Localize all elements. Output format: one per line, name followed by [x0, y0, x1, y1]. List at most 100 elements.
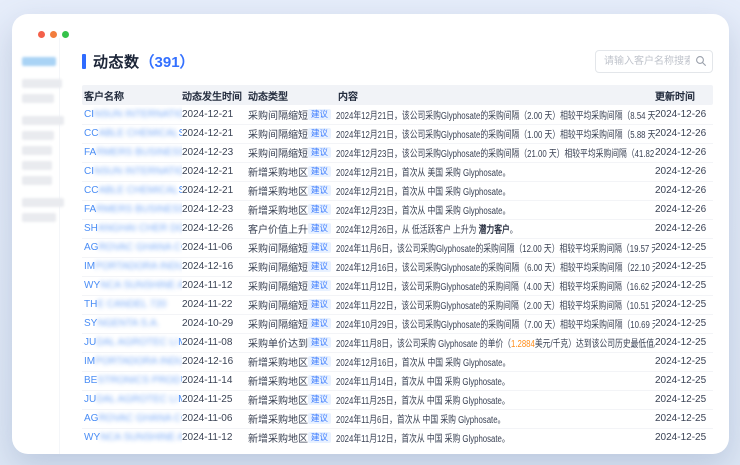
sidebar-item-6[interactable] [22, 161, 52, 170]
window-zoom-button[interactable] [62, 31, 69, 38]
content-text: 2024年11月14日，首次从 中国 采购 Glyphosate。 [336, 373, 510, 388]
updated-time-cell: 2024-12-26 [655, 124, 713, 143]
customer-name-cell: CCABLE CHEMICALS LLC [82, 181, 182, 200]
customer-name-link[interactable]: SHANGHAI CHER DO INTER... [84, 223, 182, 234]
event-time-cell: 2024-11-12 [182, 428, 248, 447]
customer-name-prefix: SY [84, 318, 97, 329]
customer-name-link[interactable]: AGROVAC GHANA COMPA... [84, 413, 182, 424]
customer-name-cell: WYNCA SUNSHINE AGRIC ... [82, 428, 182, 447]
customer-name-prefix: SH [84, 223, 98, 234]
customer-name-cell: AGROVAC GHANA COMPA... [82, 238, 182, 257]
customer-name-redacted: DAL AGROTEC LI [96, 337, 178, 348]
table-row: JUDAL AGROTEC LIMITED2024-11-08采购单价达到最低值… [82, 333, 713, 352]
customer-name-redacted: NGENTA S.A. [97, 318, 159, 329]
content-text: 2024年11月22日，该公司采购Glyphosate的采购间隔（2.00 天）… [336, 297, 655, 312]
table-row: WYNCA SUNSHINE AGRIC ...2024-11-12采购间隔缩短… [82, 276, 713, 295]
customer-name-link[interactable]: AGROVAC GHANA COMPA... [84, 242, 182, 253]
customer-name-link[interactable]: WYNCA SUNSHINE AGRIC ... [84, 280, 182, 291]
content-text: 2024年11月6日，该公司采购Glyphosate的采购间隔（12.00 天）… [336, 240, 655, 255]
content-cell: 建议2024年12月16日，首次从 中国 采购 Glyphosate。 [308, 352, 655, 371]
content-text: 2024年12月16日，该公司采购Glyphosate的采购间隔（6.00 天）… [336, 259, 655, 274]
customer-name-link[interactable]: IMPORTADORA INDUSTRIA... [84, 356, 182, 367]
event-time-cell: 2024-11-12 [182, 276, 248, 295]
app-window: 动态数 （391） 客户名称动态发生时间动态类型内容更新时间 CINSUN IN… [12, 14, 729, 454]
customer-name-prefix: AG [84, 413, 98, 424]
column-header-1: 动态发生时间 [182, 85, 248, 105]
suggestion-badge: 建议 [308, 166, 331, 177]
table-row: AGROVAC GHANA COMPA...2024-11-06采购间隔缩短建议… [82, 238, 713, 257]
customer-name-redacted: NCA SUNSHINE A [100, 432, 182, 443]
content-segment: 2024年12月21日，该公司采购Glyphosate的采购间隔（2.00 天）… [336, 111, 655, 122]
customer-name-link[interactable]: FARMERS BUSINESS NET... [84, 204, 182, 215]
title-accent-bar [82, 54, 86, 69]
content-cell: 建议2024年12月16日，该公司采购Glyphosate的采购间隔（6.00 … [308, 257, 655, 276]
customer-name-prefix: IM [84, 261, 95, 272]
sidebar-item-7[interactable] [22, 176, 52, 185]
sidebar-item-3[interactable] [22, 116, 64, 125]
sidebar-item-2[interactable] [22, 94, 54, 103]
suggestion-badge: 建议 [308, 375, 331, 386]
customer-name-cell: IMPORTADORA INDUSTRIA... [82, 257, 182, 276]
customer-name-link[interactable]: WYNCA SUNSHINE AGRIC ... [84, 432, 182, 443]
customer-name-link[interactable]: BESTRONICS PRODUCTIO... [84, 375, 182, 386]
customer-name-prefix: FA [84, 147, 96, 158]
content-segment: 2024年12月23日，该公司采购Glyphosate的采购间隔（21.00 天… [336, 149, 655, 160]
content-text: 2024年10月29日，该公司采购Glyphosate的采购间隔（7.00 天）… [336, 316, 655, 331]
customer-name-link[interactable]: FARMERS BUSINESS NET... [84, 147, 182, 158]
table-row: CINSUN INTERNATIONAL L...2024-12-21新增采购地… [82, 162, 713, 181]
suggestion-badge: 建议 [308, 432, 331, 443]
customer-name-link[interactable]: CINSUN INTERNATIONAL L... [84, 109, 182, 120]
updated-time-cell: 2024-12-26 [655, 105, 713, 124]
window-minimize-button[interactable] [50, 31, 57, 38]
app-body: 动态数 （391） 客户名称动态发生时间动态类型内容更新时间 CINSUN IN… [12, 38, 729, 454]
event-time-cell: 2024-12-16 [182, 257, 248, 276]
event-time-cell: 2024-12-21 [182, 105, 248, 124]
column-header-4: 更新时间 [655, 85, 713, 105]
customer-name-link[interactable]: IMPORTADORA INDUSTRIA... [84, 261, 182, 272]
content-text: 2024年12月23日，首次从 中国 采购 Glyphosate。 [336, 202, 510, 217]
dynamic-type-cell: 采购单价达到最低值 [248, 333, 308, 352]
window-close-button[interactable] [38, 31, 45, 38]
content-segment: 2024年12月26日，从 低活跃客户 上升为 [336, 225, 479, 236]
event-time-cell: 2024-10-29 [182, 314, 248, 333]
sidebar-item-1[interactable] [22, 79, 62, 88]
customer-name-prefix: BE [84, 375, 97, 386]
event-time-cell: 2024-11-06 [182, 409, 248, 428]
sidebar-item-5[interactable] [22, 146, 52, 155]
customer-name-link[interactable]: CCABLE CHEMICALS LLC [84, 128, 182, 139]
customer-name-link[interactable]: SYNGENTA S.A. [84, 318, 159, 329]
updated-time-cell: 2024-12-25 [655, 428, 713, 447]
content-cell: 建议2024年11月8日，该公司采购 Glyphosate 的单价（1.2884… [308, 333, 655, 352]
customer-name-prefix: CI [84, 166, 94, 177]
content-cell: 建议2024年12月21日，首次从 美国 采购 Glyphosate。 [308, 162, 655, 181]
customer-name-link[interactable]: CINSUN INTERNATIONAL L... [84, 166, 182, 177]
content-segment: 。 [510, 225, 518, 236]
sidebar-item-4[interactable] [22, 131, 54, 140]
content-cell: 建议2024年11月6日，首次从 中国 采购 Glyphosate。 [308, 409, 655, 428]
search-icon[interactable] [695, 55, 707, 67]
customer-name-link[interactable]: THE CANDEL 720 [84, 299, 166, 310]
sidebar-item-8[interactable] [22, 198, 64, 207]
updated-time-cell: 2024-12-25 [655, 352, 713, 371]
sidebar-item-9[interactable] [22, 213, 56, 222]
event-time-cell: 2024-11-14 [182, 371, 248, 390]
customer-name-cell: CINSUN INTERNATIONAL L... [82, 105, 182, 124]
dynamic-type-cell: 采购间隔缩短 [248, 143, 308, 162]
content-cell: 建议2024年12月21日，该公司采购Glyphosate的采购间隔（1.00 … [308, 124, 655, 143]
customer-name-redacted: STRONICS PROD [97, 375, 180, 386]
content-text: 2024年12月21日，首次从 中国 采购 Glyphosate。 [336, 183, 510, 198]
content-segment: 2024年11月22日，该公司采购Glyphosate的采购间隔（2.00 天）… [336, 301, 655, 312]
customer-name-cell: THE CANDEL 720 [82, 295, 182, 314]
suggestion-badge: 建议 [308, 128, 331, 139]
customer-name-prefix: CC [84, 128, 98, 139]
content-segment: 潜力客户 [479, 225, 510, 236]
customer-name-link[interactable]: JUDAL AGROTEC LIMITED [84, 394, 182, 405]
customer-name-link[interactable]: CCABLE CHEMICALS LLC [84, 185, 182, 196]
customer-name-prefix: JU [84, 394, 96, 405]
event-time-cell: 2024-12-26 [182, 219, 248, 238]
customer-name-link[interactable]: JUDAL AGROTEC LIMITED [84, 337, 182, 348]
suggestion-badge: 建议 [308, 185, 331, 196]
sidebar-item-active[interactable] [22, 57, 56, 66]
main-content: 动态数 （391） 客户名称动态发生时间动态类型内容更新时间 CINSUN IN… [60, 38, 729, 454]
column-header-0: 客户名称 [82, 85, 182, 105]
